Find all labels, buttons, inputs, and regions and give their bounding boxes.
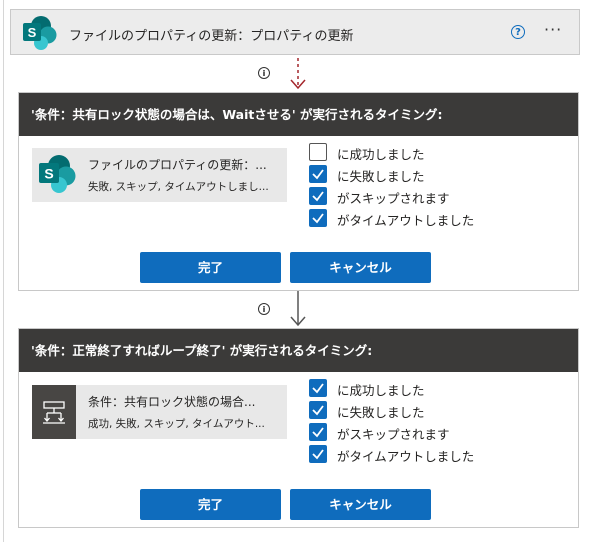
checkbox-box[interactable] bbox=[309, 401, 327, 419]
source-action-status: 失敗, スキップ, タイムアウトしまし... bbox=[88, 181, 269, 193]
run-after-panel: '条件：正常終了すればループ終了' が実行されるタイミング: 条件：共有ロック状… bbox=[18, 328, 579, 528]
info-icon[interactable]: i bbox=[258, 303, 270, 315]
sharepoint-icon: S bbox=[39, 155, 76, 193]
svg-text:S: S bbox=[44, 166, 53, 182]
checkbox-box[interactable] bbox=[309, 209, 327, 227]
panel-header: '条件：正常終了すればループ終了' が実行されるタイミング: bbox=[19, 329, 578, 372]
flow-arrow-icon bbox=[290, 291, 306, 327]
source-action-name: 条件：共有ロック状態の場合... bbox=[88, 395, 256, 409]
canvas-left-border bbox=[3, 0, 4, 542]
action-card[interactable]: S ファイルのプロパティの更新：プロパティの更新 ? ··· bbox=[10, 9, 580, 55]
source-action-status: 成功, 失敗, スキップ, タイムアウト... bbox=[88, 418, 265, 430]
checkbox-box[interactable] bbox=[309, 143, 327, 161]
check-icon bbox=[312, 427, 324, 438]
checkbox-label: がスキップされます bbox=[337, 191, 450, 206]
check-icon bbox=[312, 383, 324, 394]
check-icon bbox=[312, 213, 324, 224]
run-after-panel: '条件：共有ロック状態の場合は、Waitさせる' が実行されるタイミング: S … bbox=[18, 92, 579, 291]
checkbox-label: に失敗しました bbox=[337, 169, 425, 184]
sharepoint-icon: S bbox=[23, 16, 57, 50]
done-button[interactable]: 完了 bbox=[140, 252, 281, 283]
checkbox-label: がスキップされます bbox=[337, 427, 450, 442]
check-icon bbox=[312, 449, 324, 460]
run-after-arrow-icon bbox=[290, 58, 306, 90]
svg-text:S: S bbox=[28, 25, 37, 40]
checkbox-box[interactable] bbox=[309, 445, 327, 463]
checkbox-label: がタイムアウトしました bbox=[337, 213, 475, 228]
checkbox-label: に成功しました bbox=[337, 383, 425, 398]
condition-icon bbox=[32, 385, 76, 439]
check-icon bbox=[312, 191, 324, 202]
more-options-icon[interactable]: ··· bbox=[544, 22, 562, 38]
source-action-card: S ファイルのプロパティの更新：... 失敗, スキップ, タイムアウトしまし.… bbox=[32, 148, 287, 202]
checkbox-box[interactable] bbox=[309, 165, 327, 183]
panel-header: '条件：共有ロック状態の場合は、Waitさせる' が実行されるタイミング: bbox=[19, 93, 578, 136]
source-action-card: 条件：共有ロック状態の場合... 成功, 失敗, スキップ, タイムアウト... bbox=[32, 385, 287, 439]
action-title: ファイルのプロパティの更新：プロパティの更新 bbox=[69, 29, 354, 44]
check-icon bbox=[312, 169, 324, 180]
checkbox-box[interactable] bbox=[309, 187, 327, 205]
checkbox-label: に失敗しました bbox=[337, 405, 425, 420]
checkbox-box[interactable] bbox=[309, 423, 327, 441]
checkbox-box[interactable] bbox=[309, 379, 327, 397]
source-action-name: ファイルのプロパティの更新：... bbox=[88, 158, 267, 172]
help-icon[interactable]: ? bbox=[511, 25, 525, 39]
check-icon bbox=[312, 405, 324, 416]
info-icon[interactable]: i bbox=[258, 67, 270, 79]
checkbox-label: がタイムアウトしました bbox=[337, 449, 475, 464]
cancel-button[interactable]: キャンセル bbox=[290, 252, 431, 283]
checkbox-label: に成功しました bbox=[337, 147, 425, 162]
cancel-button[interactable]: キャンセル bbox=[290, 489, 431, 520]
done-button[interactable]: 完了 bbox=[140, 489, 281, 520]
